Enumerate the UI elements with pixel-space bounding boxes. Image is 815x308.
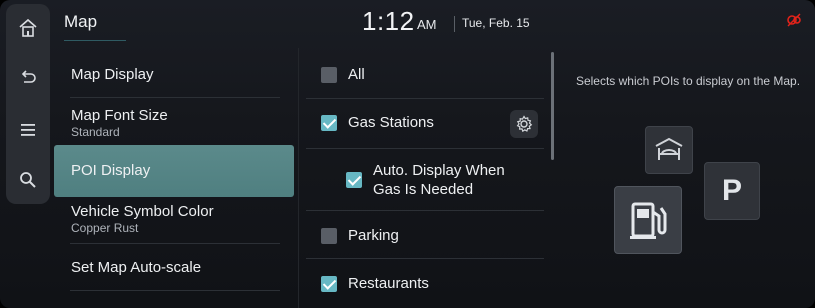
checkbox-restaurants[interactable]	[321, 276, 337, 292]
gear-icon	[516, 115, 533, 133]
option-label-line1: Auto. Display When	[373, 162, 505, 179]
menu-item-map-font-size[interactable]: Map Font Size Standard	[54, 98, 294, 144]
back-icon[interactable]	[12, 62, 44, 94]
menu-item-value: Copper Rust	[71, 221, 139, 235]
menu-item-label: Map Display	[71, 66, 154, 83]
page-title: Map	[64, 12, 98, 31]
checkbox-auto-display-gas[interactable]	[346, 172, 362, 188]
checkbox-parking[interactable]	[321, 228, 337, 244]
menu-item-label: Vehicle Symbol Color	[71, 203, 214, 220]
column-divider	[298, 48, 299, 308]
menu-item-label: Set Map Auto-scale	[71, 259, 202, 276]
home-icon[interactable]	[12, 12, 44, 44]
connection-status-icon	[786, 12, 802, 28]
option-restaurants[interactable]: Restaurants	[306, 260, 546, 306]
checkbox-all[interactable]	[321, 67, 337, 83]
option-label: Parking	[348, 227, 399, 244]
lodging-icon	[645, 126, 693, 174]
menu-item-vehicle-symbol-color[interactable]: Vehicle Symbol Color Copper Rust	[54, 198, 294, 244]
left-rail	[6, 4, 50, 204]
infotainment-screen: Map 1:12 AM Tue, Feb. 15 Map Display Map…	[0, 0, 815, 308]
title-underline	[64, 40, 126, 41]
option-divider	[306, 210, 544, 211]
scrollbar[interactable]	[551, 52, 554, 160]
clock-ampm: AM	[417, 17, 437, 32]
menu-item-poi-display[interactable]: POI Display	[54, 145, 294, 197]
gas-station-icon	[614, 186, 682, 254]
menu-icon[interactable]	[12, 114, 44, 146]
option-label-line2: Gas Is Needed	[373, 181, 474, 198]
option-all[interactable]: All	[306, 52, 546, 98]
parking-icon: P	[704, 162, 760, 220]
option-divider	[306, 258, 544, 259]
option-label: Restaurants	[348, 275, 429, 292]
option-label: All	[348, 66, 365, 83]
option-divider	[306, 148, 544, 149]
menu-item-map-display[interactable]: Map Display	[54, 52, 294, 98]
clock-date: Tue, Feb. 15	[462, 16, 530, 30]
date-separator	[454, 16, 455, 32]
gas-stations-settings-button[interactable]	[510, 110, 538, 138]
option-label: Gas Stations	[348, 114, 434, 131]
parking-letter: P	[721, 174, 742, 207]
menu-item-set-map-auto-scale[interactable]: Set Map Auto-scale	[54, 244, 294, 290]
option-divider	[306, 98, 544, 99]
menu-item-label: Map Font Size	[71, 107, 168, 124]
menu-divider	[70, 290, 280, 291]
description-text: Selects which POIs to display on the Map…	[575, 74, 801, 88]
menu-item-label: POI Display	[71, 162, 151, 179]
checkbox-gas-stations[interactable]	[321, 115, 337, 131]
search-icon[interactable]	[12, 164, 44, 196]
menu-item-value: Standard	[71, 125, 120, 139]
clock-time: 1:12	[362, 6, 415, 36]
option-parking[interactable]: Parking	[306, 212, 546, 258]
option-auto-display-gas[interactable]: Auto. Display When Gas Is Needed	[306, 150, 546, 206]
